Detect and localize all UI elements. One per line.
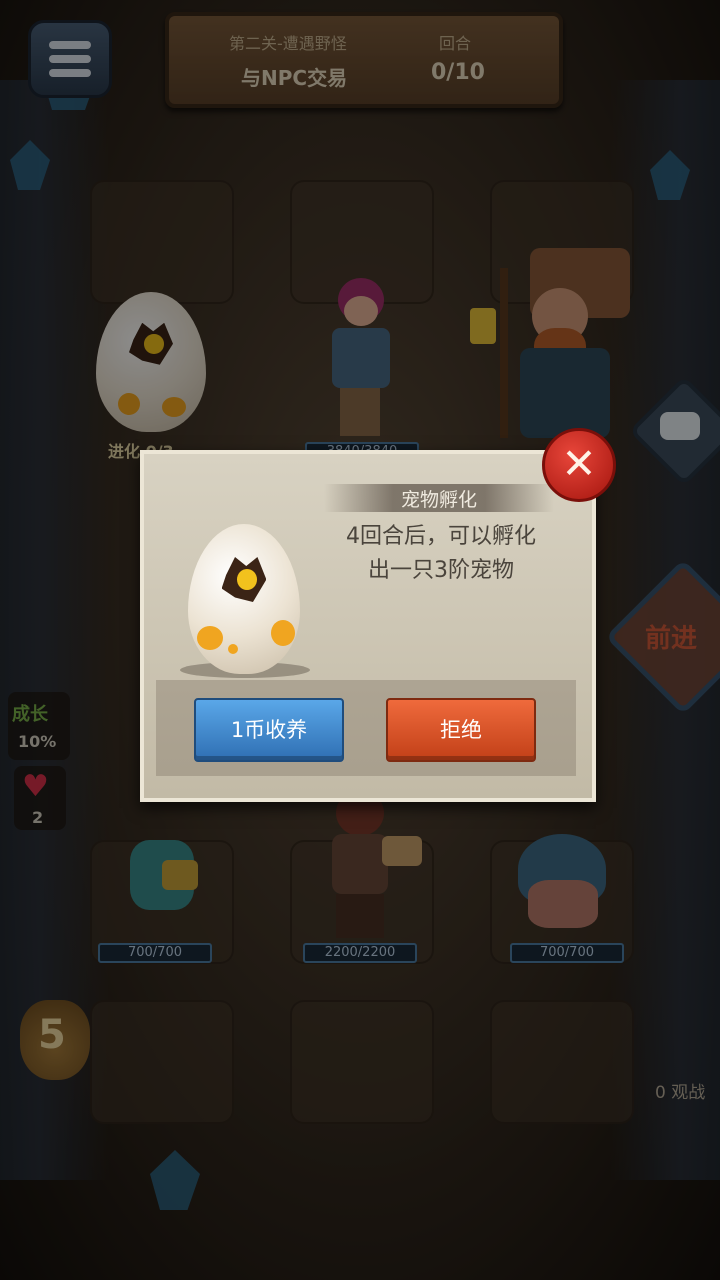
refuse-button[interactable]: 拒绝 [386, 698, 536, 762]
dialog-description: 4回合后，可以孵化 出一只3阶宠物 [316, 520, 566, 588]
dialog-desc-line2: 出一只3阶宠物 [368, 558, 514, 583]
dialog-title: 宠物孵化 [400, 489, 477, 511]
adopt-button[interactable]: 1币收养 [194, 698, 344, 762]
egg-spot [228, 644, 239, 654]
dialog-desc-line1: 4回合后，可以孵化 [346, 524, 536, 549]
close-button[interactable]: ✕ [542, 428, 616, 502]
pet-egg-image [188, 524, 300, 674]
pet-hatch-dialog: 宠物孵化 4回合后，可以孵化 出一只3阶宠物 1币收养 拒绝 [140, 450, 596, 802]
egg-spot [270, 620, 295, 646]
close-icon: ✕ [561, 439, 597, 488]
egg-spot [196, 626, 223, 650]
